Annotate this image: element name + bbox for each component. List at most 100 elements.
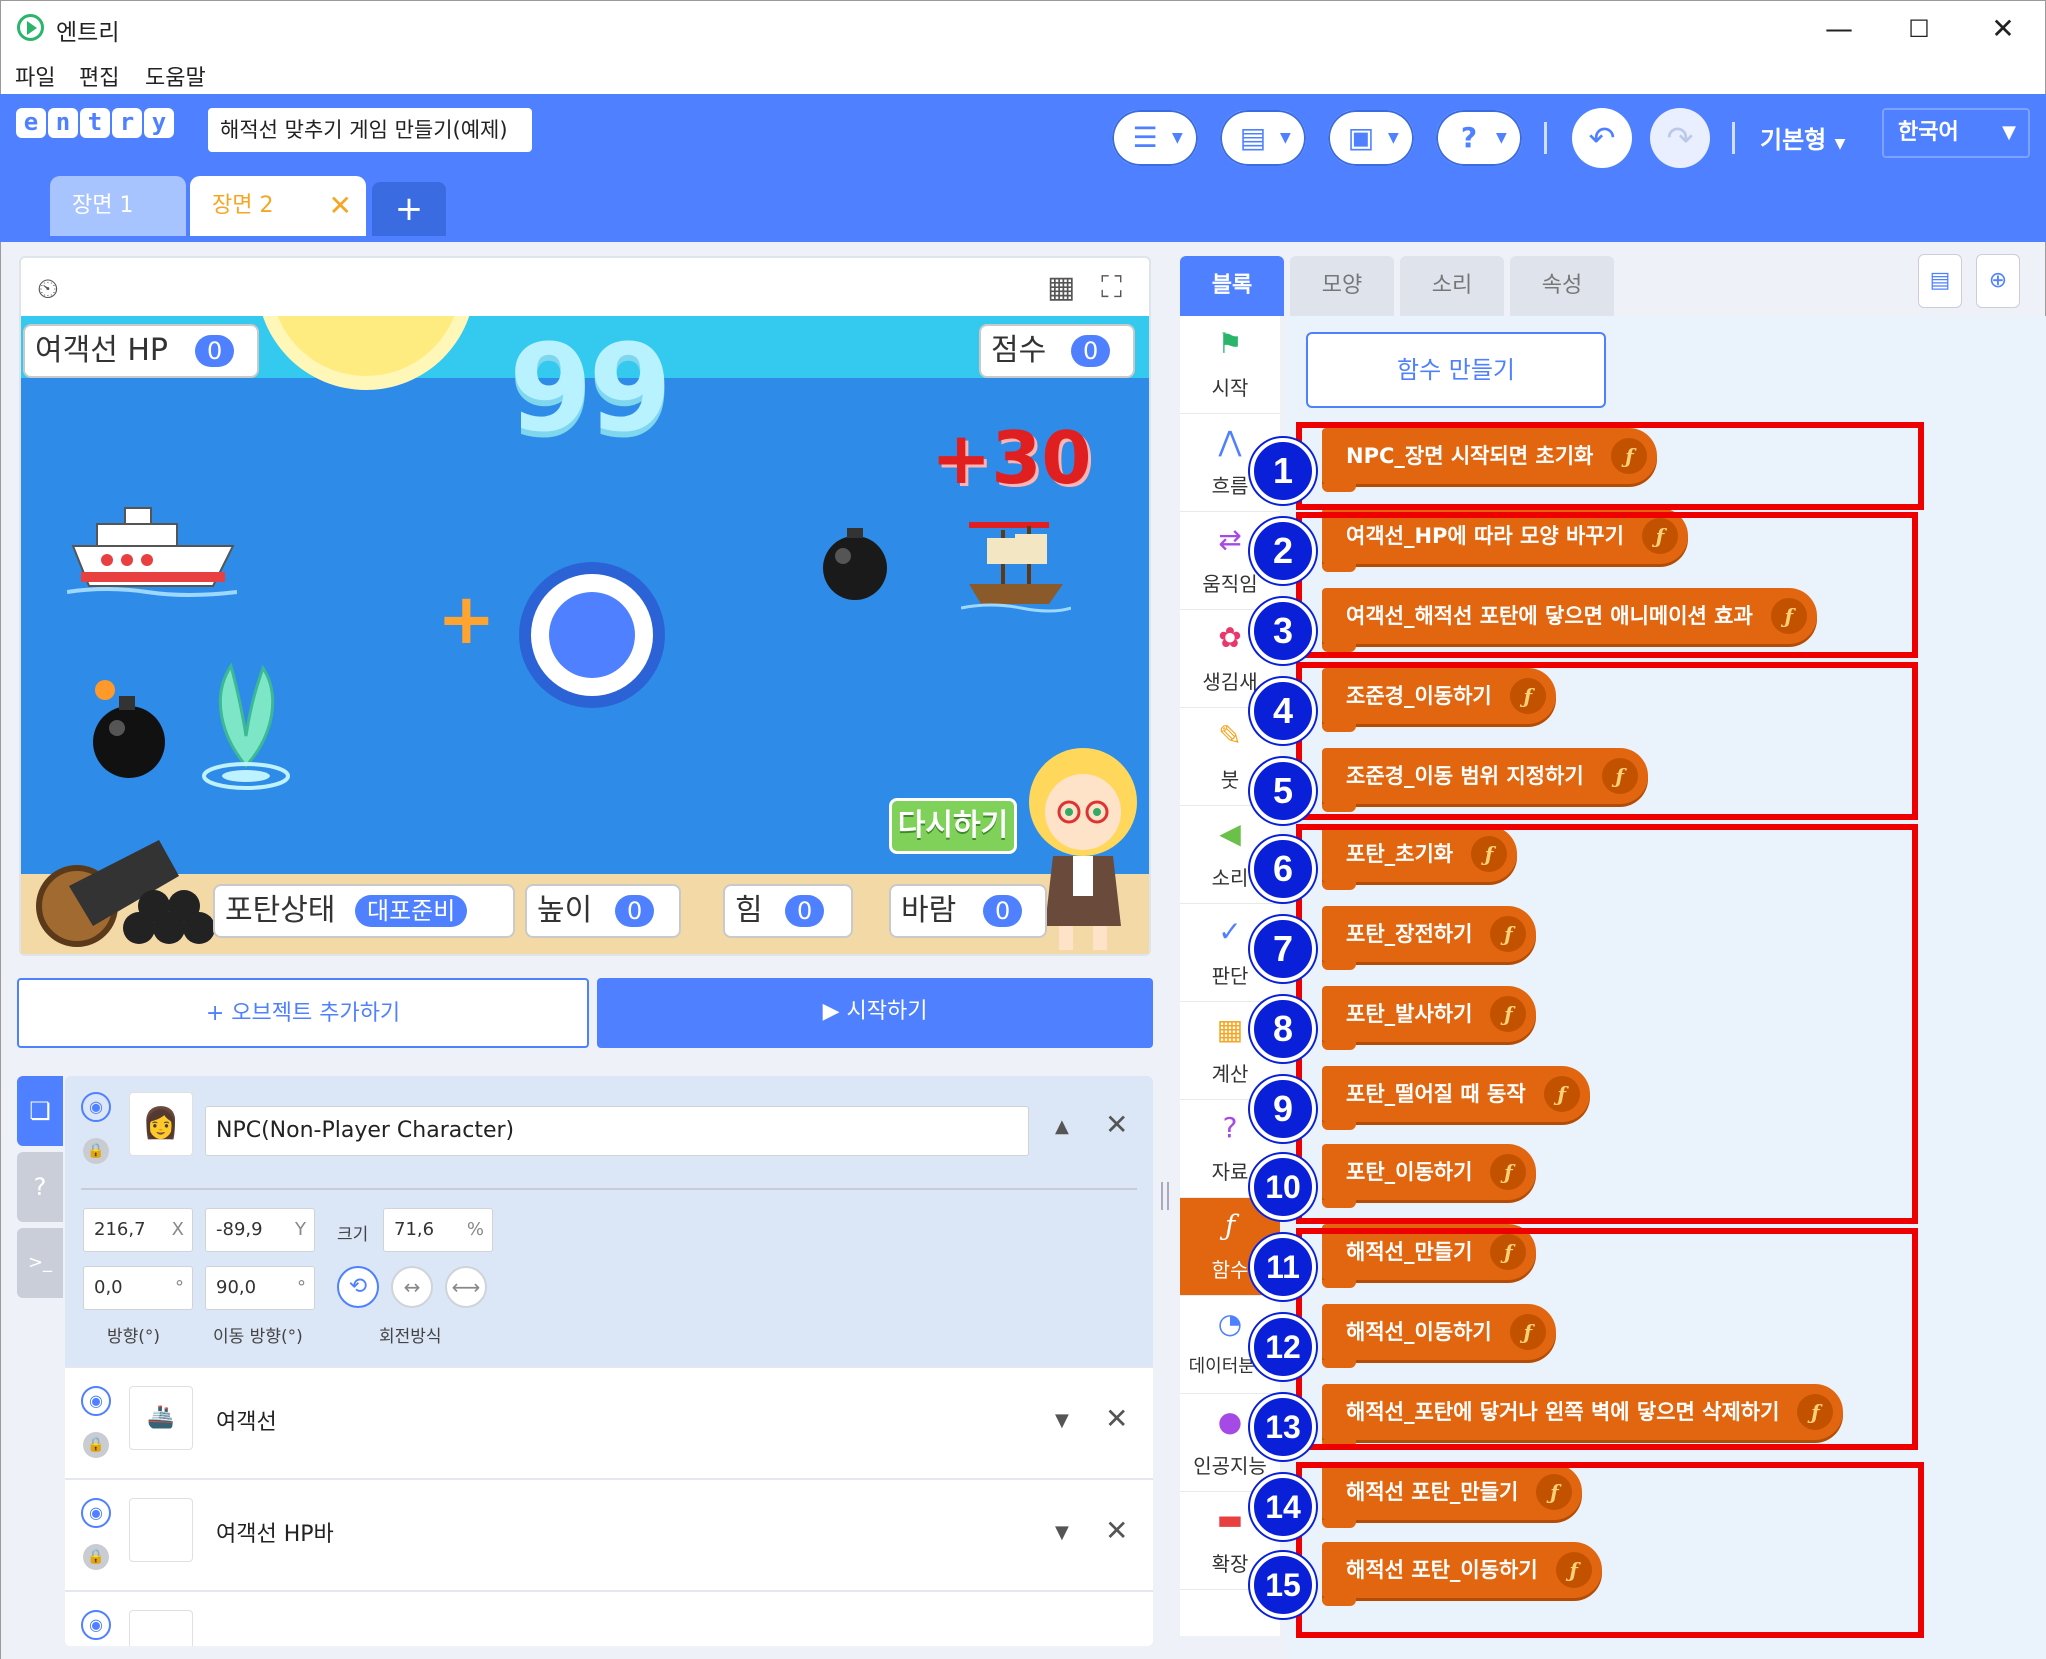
game-stage[interactable]: 여객선 HP 0 점수 0 99 +30 + 다시하기 포탄상태 대포준비 높이… xyxy=(21,316,1149,954)
annotation-group-box xyxy=(1296,1228,1918,1450)
lock-icon[interactable]: 🔒 xyxy=(83,1544,109,1570)
variable-score: 점수 0 xyxy=(979,324,1135,378)
cannon-sprite xyxy=(36,840,215,947)
coord-value: 0,0 xyxy=(94,1277,123,1298)
object-panel: ❏ ? >_ ◉ 🔒 👩 NPC(Non-Player Character) ▲… xyxy=(17,1076,1153,1659)
lock-icon[interactable]: 🔒 xyxy=(83,1432,109,1458)
object-name-input[interactable]: NPC(Non-Player Character) xyxy=(205,1106,1029,1156)
selected-object-row[interactable]: ◉ 🔒 👩 NPC(Non-Player Character) ▲ ✕ 216,… xyxy=(65,1076,1153,1366)
direction-input[interactable]: 0,0 ° xyxy=(83,1266,193,1310)
objects-tab[interactable]: ❏ xyxy=(17,1076,63,1146)
redo-icon: ↷ xyxy=(1666,119,1694,157)
annotation-number-badge: 10 xyxy=(1250,1154,1316,1220)
annotation-number-badge: 14 xyxy=(1250,1474,1316,1540)
start-button[interactable]: ▶ 시작하기 xyxy=(597,978,1153,1048)
visibility-eye-icon[interactable]: ◉ xyxy=(81,1386,111,1416)
document-icon: ▤ xyxy=(1239,121,1267,154)
object-row[interactable]: ◉ xyxy=(65,1590,1153,1646)
flag-icon: ⚑ xyxy=(1217,327,1243,360)
pie-chart-icon: ◔ xyxy=(1217,1307,1243,1340)
redo-button[interactable]: ↷ xyxy=(1650,108,1710,168)
scene-tab-label: 장면 2 xyxy=(212,193,274,218)
help-menu-button[interactable]: ? ▼ xyxy=(1434,108,1524,168)
save-icon: ▣ xyxy=(1347,121,1375,154)
annotation-number-badge: 11 xyxy=(1250,1234,1316,1300)
minimize-button[interactable]: — xyxy=(1819,9,1859,49)
extension-icon: ▬ xyxy=(1216,1503,1244,1536)
looks-icon: ✿ xyxy=(1218,621,1242,654)
lock-icon[interactable]: 🔒 xyxy=(83,1138,109,1164)
variable-value: 0 xyxy=(983,895,1023,927)
add-object-button[interactable]: + 오브젝트 추가하기 xyxy=(17,978,589,1048)
object-row[interactable]: ◉ 🔒 🚢 여객선 ▼ ✕ xyxy=(65,1366,1153,1478)
collapse-icon[interactable]: ▲ xyxy=(1055,1116,1069,1137)
menu-help[interactable]: 도움말 xyxy=(145,60,206,92)
tab-shapes[interactable]: 모양 xyxy=(1290,256,1394,316)
variable-cannon-state: 포탄상태 대포준비 xyxy=(213,884,515,938)
help-tab[interactable]: ? xyxy=(17,1152,63,1222)
file-menu-button[interactable]: ▤ ▼ xyxy=(1218,108,1308,168)
annotation-group-box xyxy=(1296,422,1924,510)
annotation-number-badge: 4 xyxy=(1250,678,1316,744)
coord-value: 71,6 xyxy=(394,1219,435,1240)
scene-tab-1[interactable]: 장면 1 xyxy=(50,176,186,236)
y-coordinate-input[interactable]: -89,9 Y xyxy=(205,1208,315,1252)
logo-letter: y xyxy=(144,108,174,138)
console-tab[interactable]: >_ xyxy=(17,1228,63,1298)
new-project-button[interactable]: ☰ ▼ xyxy=(1110,108,1200,168)
rotate-none-button[interactable]: ⟷ xyxy=(445,1266,487,1308)
delete-object-icon[interactable]: ✕ xyxy=(1105,1108,1128,1141)
mode-selector[interactable]: 기본형 ▼ xyxy=(1760,120,1845,155)
tab-properties[interactable]: 속성 xyxy=(1510,256,1614,316)
visibility-eye-icon[interactable]: ◉ xyxy=(81,1092,111,1122)
size-input[interactable]: 71,6% xyxy=(383,1208,493,1252)
scene-tab-2[interactable]: 장면 2 ✕ xyxy=(190,176,366,236)
coord-unit: Y xyxy=(295,1219,306,1240)
annotation-number-badge: 9 xyxy=(1250,1076,1316,1142)
ai-icon: ● xyxy=(1217,1405,1243,1438)
delete-object-icon[interactable]: ✕ xyxy=(1105,1514,1128,1547)
variable-value: 0 xyxy=(615,895,655,927)
speed-gauge-icon[interactable]: ⏲ xyxy=(37,272,59,306)
rotate-free-button[interactable]: ⟲ xyxy=(337,1266,379,1308)
language-select[interactable]: 한국어 ▼ xyxy=(1882,108,2030,158)
menu-edit[interactable]: 편집 xyxy=(79,60,119,92)
object-name-input[interactable]: 여객선 HP바 xyxy=(205,1510,1029,1560)
fullscreen-icon[interactable]: ⛶ xyxy=(1101,270,1122,305)
close-scene-icon[interactable]: ✕ xyxy=(329,176,352,236)
close-window-button[interactable]: ✕ xyxy=(1983,9,2023,49)
expand-icon[interactable]: ▼ xyxy=(1055,1410,1069,1431)
delete-object-icon[interactable]: ✕ xyxy=(1105,1402,1128,1435)
bomb-sprite xyxy=(93,680,165,778)
menu-file[interactable]: 파일 xyxy=(15,60,55,92)
move-direction-input[interactable]: 90,0 ° xyxy=(205,1266,315,1310)
comment-icon[interactable]: ▤ xyxy=(1918,254,1962,308)
stage-toolbar: ⏲ ▦ ⛶ xyxy=(21,258,1149,316)
retry-button[interactable]: 다시하기 xyxy=(889,798,1017,854)
panel-resize-handle[interactable] xyxy=(1161,1182,1169,1210)
object-name-input[interactable]: 여객선 xyxy=(205,1398,1029,1448)
entry-logo[interactable]: e n t r y xyxy=(16,108,174,138)
x-coordinate-input[interactable]: 216,7 X xyxy=(83,1208,193,1252)
visibility-eye-icon[interactable]: ◉ xyxy=(81,1498,111,1528)
maximize-button[interactable]: ☐ xyxy=(1899,9,1939,49)
title-bar: 엔트리 — ☐ ✕ xyxy=(0,0,2046,54)
visibility-eye-icon[interactable]: ◉ xyxy=(81,1610,111,1640)
rotate-horizontal-button[interactable]: ↔ xyxy=(391,1266,433,1308)
undo-button[interactable]: ↶ xyxy=(1572,108,1632,168)
brush-icon: ✎ xyxy=(1218,719,1242,752)
save-menu-button[interactable]: ▣ ▼ xyxy=(1326,108,1416,168)
grid-icon[interactable]: ▦ xyxy=(1047,270,1075,305)
make-function-button[interactable]: 함수 만들기 xyxy=(1306,332,1606,408)
help-icon: ? xyxy=(33,1173,47,1201)
add-comment-icon[interactable]: ⊕ xyxy=(1976,254,2020,308)
annotation-number-badge: 3 xyxy=(1250,598,1316,664)
category-start[interactable]: ⚑ 시작 xyxy=(1180,316,1280,414)
expand-icon[interactable]: ▼ xyxy=(1055,1522,1069,1543)
object-thumbnail xyxy=(129,1610,193,1646)
project-title-input[interactable]: 해적선 맞추기 게임 만들기(예제) xyxy=(208,108,532,152)
tab-sounds[interactable]: 소리 xyxy=(1400,256,1504,316)
add-scene-button[interactable]: + xyxy=(372,182,446,236)
object-row[interactable]: ◉ 🔒 여객선 HP바 ▼ ✕ xyxy=(65,1478,1153,1590)
tab-blocks[interactable]: 블록 xyxy=(1180,256,1284,316)
